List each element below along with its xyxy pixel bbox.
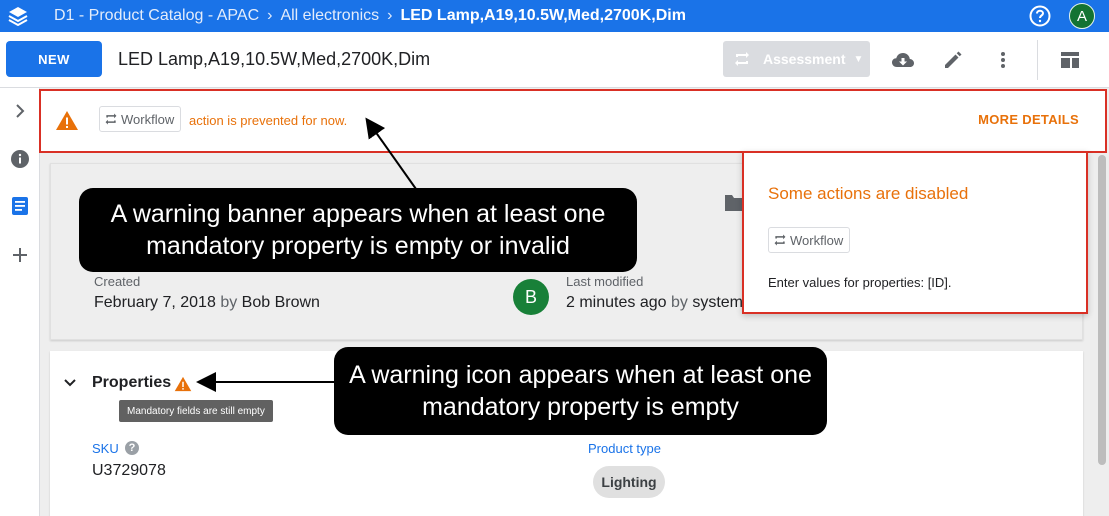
chevron-right-icon[interactable] — [0, 97, 40, 125]
breadcrumb-separator: › — [267, 7, 273, 24]
created-label: Created — [94, 274, 141, 289]
disabled-actions-popover: Some actions are disabled Workflow Enter… — [742, 151, 1088, 314]
mandatory-fields-tooltip: Mandatory fields are still empty — [119, 400, 273, 422]
created-by-prefix: by — [220, 294, 238, 311]
more-vert-icon[interactable] — [991, 48, 1015, 72]
toolbar-divider — [1037, 40, 1038, 80]
popover-message: Enter values for properties: [ID]. — [768, 275, 952, 290]
workflow-sync-icon — [735, 52, 749, 66]
breadcrumb-folder[interactable]: All electronics — [280, 7, 379, 25]
product-type-chip[interactable]: Lighting — [593, 466, 665, 498]
breadcrumb-separator: › — [387, 7, 393, 24]
properties-title: Properties — [92, 374, 172, 391]
modified-by-prefix: by — [670, 294, 688, 311]
warning-banner: Workflow action is prevented for now. MO… — [39, 89, 1107, 153]
workflow-chip-label: Workflow — [790, 232, 844, 248]
more-details-button[interactable]: MORE DETAILS — [978, 112, 1079, 127]
sku-label: SKU — [92, 441, 119, 456]
chevron-down-icon[interactable] — [63, 375, 77, 393]
workflow-chip: Workflow — [768, 227, 851, 253]
workflow-sync-icon — [105, 113, 117, 125]
document-toolbar: NEW LED Lamp,A19,10.5W,Med,2700K,Dim Ass… — [0, 32, 1109, 88]
add-icon[interactable] — [0, 241, 40, 269]
help-icon[interactable] — [1029, 5, 1051, 27]
caret-down-icon: ▼ — [853, 53, 864, 65]
new-button[interactable]: NEW — [6, 41, 102, 77]
top-app-bar: D1 - Product Catalog - APAC › All electr… — [0, 0, 1109, 32]
sku-value: U3729078 — [92, 462, 166, 479]
document-title: LED Lamp,A19,10.5W,Med,2700K,Dim — [118, 49, 431, 69]
last-modified-value: 2 minutes ago by system — [566, 294, 743, 312]
banner-callout: A warning banner appears when at least o… — [79, 188, 637, 272]
modified-time: 2 minutes ago — [566, 294, 667, 311]
assessment-workflow-button[interactable]: Assessment ▼ — [723, 41, 870, 77]
icon-callout: A warning icon appears when at least one… — [334, 347, 827, 435]
last-modified-label: Last modified — [566, 274, 644, 289]
modified-by: system — [692, 294, 743, 311]
layout-icon[interactable] — [1058, 48, 1082, 72]
product-type-label: Product type — [588, 441, 661, 456]
modifier-avatar: B — [513, 279, 549, 315]
created-value: February 7, 2018 by Bob Brown — [94, 294, 320, 312]
workflow-chip: Workflow — [99, 106, 182, 132]
banner-message: action is prevented for now. — [189, 113, 348, 128]
info-icon[interactable] — [0, 145, 40, 173]
created-by: Bob Brown — [241, 294, 320, 311]
assessment-label: Assessment — [763, 51, 846, 67]
breadcrumb-catalog[interactable]: D1 - Product Catalog - APAC — [54, 7, 259, 25]
warning-icon — [174, 376, 192, 392]
workflow-chip-label: Workflow — [121, 111, 175, 127]
help-icon[interactable]: ? — [125, 441, 139, 455]
created-date: February 7, 2018 — [94, 294, 216, 311]
user-avatar[interactable]: A — [1069, 3, 1095, 29]
left-rail — [0, 88, 40, 516]
warning-icon — [56, 111, 78, 130]
breadcrumb-current: LED Lamp,A19,10.5W,Med,2700K,Dim — [400, 7, 686, 24]
document-icon[interactable] — [0, 192, 40, 220]
workflow-sync-icon — [774, 234, 786, 246]
popover-title: Some actions are disabled — [768, 184, 969, 203]
edit-pencil-icon[interactable] — [941, 48, 965, 72]
scrollbar[interactable] — [1098, 155, 1106, 465]
cloud-download-icon[interactable] — [891, 48, 915, 72]
stack-logo-icon[interactable] — [0, 0, 36, 32]
